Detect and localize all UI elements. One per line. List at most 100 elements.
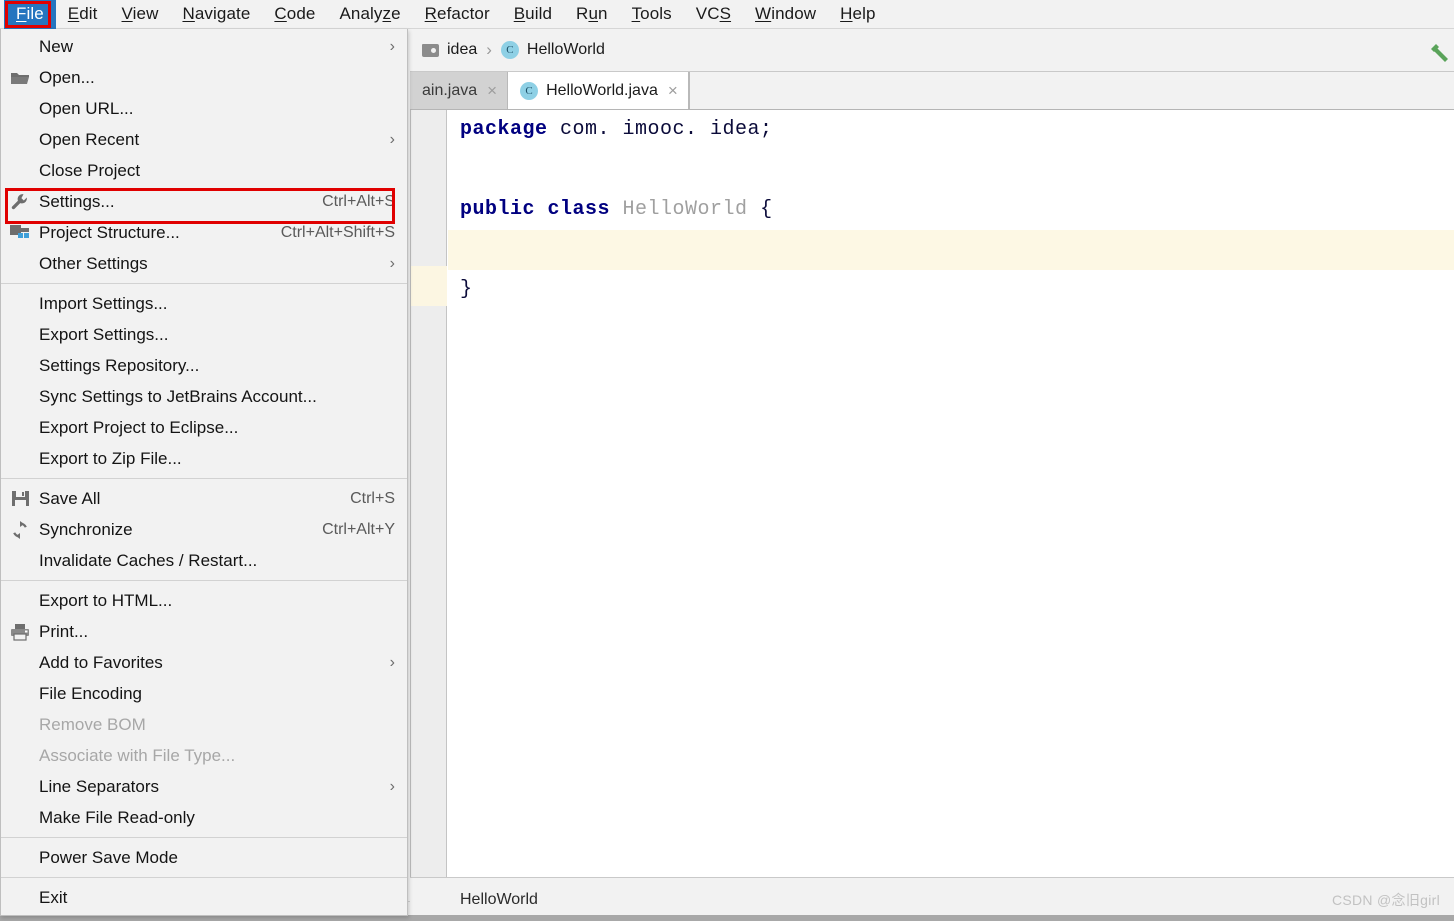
menu-item-label: Save All <box>39 488 101 508</box>
code-line-4[interactable] <box>448 230 1454 270</box>
menu-item-export-to-zip-file[interactable]: Export to Zip File... <box>1 443 407 474</box>
menu-item-open-recent[interactable]: Open Recent › <box>1 124 407 155</box>
close-icon[interactable]: × <box>668 82 678 99</box>
printer-icon <box>1 623 39 641</box>
menu-item-sync-settings-to-jetbrains-account[interactable]: Sync Settings to JetBrains Account... <box>1 381 407 412</box>
code-line-1[interactable]: package com. imooc. idea; <box>448 110 1454 150</box>
menu-item-label: Close Project <box>39 160 141 180</box>
editor-tab-ain-java[interactable]: ain.java × <box>410 72 509 109</box>
gutter-caret-line-highlight <box>411 266 447 306</box>
breadcrumb: idea › C HelloWorld <box>410 29 1454 72</box>
menu-separator <box>1 877 407 878</box>
code-editor[interactable]: package com. imooc. idea; public class H… <box>410 110 1454 891</box>
code-token: com. imooc. idea; <box>547 118 773 141</box>
code-token: package <box>460 118 548 141</box>
status-bar-text: HelloWorld <box>460 890 538 908</box>
build-hammer-icon[interactable] <box>1422 37 1450 65</box>
menubar-item-view[interactable]: View <box>110 0 171 29</box>
tab-strip-filler <box>688 72 1454 109</box>
class-icon: C <box>500 41 519 59</box>
menubar-item-code[interactable]: Code <box>262 0 327 29</box>
menu-item-label: Exit <box>39 887 68 907</box>
menu-item-invalidate-caches-restart[interactable]: Invalidate Caches / Restart... <box>1 545 407 576</box>
code-line-2[interactable] <box>448 150 1454 190</box>
wrench-icon <box>1 192 39 212</box>
menubar-item-tools[interactable]: Tools <box>620 0 684 29</box>
chevron-right-icon: › <box>389 130 395 148</box>
menubar-item-file[interactable]: File <box>4 0 56 29</box>
tab-label: ain.java <box>422 81 478 99</box>
menu-item-label: Sync Settings to JetBrains Account... <box>39 386 317 406</box>
menubar-item-navigate[interactable]: Navigate <box>170 0 262 29</box>
menu-item-make-file-read-only[interactable]: Make File Read-only <box>1 802 407 833</box>
editor-tab-strip: ain.java × C HelloWorld.java × <box>410 72 1454 110</box>
watermark-text: CSDN @念旧girl <box>1331 891 1440 908</box>
menubar-item-refactor[interactable]: Refactor <box>413 0 502 29</box>
menubar-item-window[interactable]: Window <box>743 0 828 29</box>
menu-item-add-to-favorites[interactable]: Add to Favorites › <box>1 647 407 678</box>
code-token: public class <box>460 198 623 221</box>
class-icon: C <box>520 81 539 100</box>
chevron-right-icon: › <box>389 777 395 795</box>
close-icon[interactable]: × <box>487 82 497 99</box>
menu-item-close-project[interactable]: Close Project <box>1 155 407 186</box>
menu-item-file-encoding[interactable]: File Encoding <box>1 678 407 709</box>
menu-separator <box>1 478 407 479</box>
module-icon <box>1 224 39 242</box>
menu-item-settings[interactable]: Settings... Ctrl+Alt+S <box>1 186 407 217</box>
code-token: HelloWorld <box>622 198 748 221</box>
menu-item-label: New <box>39 36 74 56</box>
menubar-item-vcs[interactable]: VCS <box>684 0 743 29</box>
menu-item-import-settings[interactable]: Import Settings... <box>1 288 407 319</box>
editor-tab-helloworld-java[interactable]: C HelloWorld.java × <box>508 72 689 109</box>
menu-item-shortcut: Ctrl+Alt+S <box>322 192 395 210</box>
chevron-right-icon: › <box>389 37 395 55</box>
menu-separator <box>1 283 407 284</box>
menu-item-label: Synchronize <box>39 519 133 539</box>
menu-item-label: Remove BOM <box>39 714 146 734</box>
menu-item-export-to-html[interactable]: Export to HTML... <box>1 585 407 616</box>
menu-item-label: Open URL... <box>39 98 134 118</box>
menubar-item-analyze[interactable]: Analyze <box>327 0 412 29</box>
menubar-item-run[interactable]: Run <box>564 0 620 29</box>
menu-item-export-project-to-eclipse[interactable]: Export Project to Eclipse... <box>1 412 407 443</box>
tab-label: HelloWorld.java <box>546 81 658 99</box>
code-line-3[interactable]: public class HelloWorld { <box>448 190 1454 230</box>
breadcrumb-class[interactable]: HelloWorld <box>527 41 605 59</box>
code-content[interactable]: package com. imooc. idea; public class H… <box>448 110 1454 891</box>
menubar-item-help[interactable]: Help <box>828 0 887 29</box>
editor-gutter[interactable] <box>411 110 447 891</box>
menubar-item-build[interactable]: Build <box>502 0 564 29</box>
menu-item-label: Open... <box>39 67 95 87</box>
menubar-item-edit[interactable]: Edit <box>56 0 110 29</box>
file-dropdown-menu[interactable]: New › Open... Open URL... Open Recent › Close … <box>0 29 408 916</box>
menu-item-line-separators[interactable]: Line Separators › <box>1 771 407 802</box>
menu-item-label: Export to HTML... <box>39 590 173 610</box>
breadcrumb-project[interactable]: idea <box>447 41 477 59</box>
folder-icon <box>1 70 39 86</box>
main-menu-bar: File Edit View Navigate Code Analyze Refactor B… <box>0 0 1454 29</box>
menu-item-shortcut: Ctrl+S <box>350 489 395 507</box>
save-icon <box>1 489 39 508</box>
menu-item-save-all[interactable]: Save All Ctrl+S <box>1 483 407 514</box>
menu-item-other-settings[interactable]: Other Settings › <box>1 248 407 279</box>
menu-item-exit[interactable]: Exit <box>1 882 407 913</box>
menu-item-open-url[interactable]: Open URL... <box>1 93 407 124</box>
menu-item-shortcut: Ctrl+Alt+Shift+S <box>280 223 395 241</box>
menu-item-synchronize[interactable]: Synchronize Ctrl+Alt+Y <box>1 514 407 545</box>
menu-item-power-save-mode[interactable]: Power Save Mode <box>1 842 407 873</box>
menu-item-shortcut: Ctrl+Alt+Y <box>322 520 395 538</box>
menu-item-label: Export to Zip File... <box>39 448 182 468</box>
menu-item-project-structure[interactable]: Project Structure... Ctrl+Alt+Shift+S <box>1 217 407 248</box>
code-line-5[interactable]: } <box>448 270 1454 310</box>
menu-item-label: Settings... <box>39 191 115 211</box>
menu-item-label: Power Save Mode <box>39 847 178 867</box>
menu-item-remove-bom: Remove BOM <box>1 709 407 740</box>
menu-item-export-settings[interactable]: Export Settings... <box>1 319 407 350</box>
menu-item-settings-repository[interactable]: Settings Repository... <box>1 350 407 381</box>
menu-item-print[interactable]: Print... <box>1 616 407 647</box>
menu-item-open[interactable]: Open... <box>1 62 407 93</box>
menu-item-label: Line Separators <box>39 776 160 796</box>
menu-item-new[interactable]: New › <box>1 31 407 62</box>
menu-item-label: Export Project to Eclipse... <box>39 417 239 437</box>
